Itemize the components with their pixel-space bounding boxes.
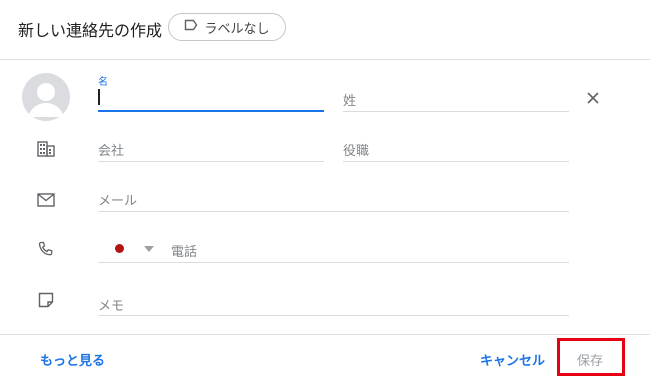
email-field[interactable]: メール	[98, 186, 569, 212]
phone-field[interactable]: 電話	[171, 237, 569, 263]
header-divider	[0, 59, 650, 60]
notes-underline	[98, 315, 569, 316]
phone-country-underline	[98, 262, 171, 263]
email-underline	[98, 211, 569, 212]
show-more-link[interactable]: もっと見る	[40, 350, 105, 369]
person-icon	[28, 83, 64, 117]
close-icon[interactable]	[585, 90, 601, 106]
country-flag-icon	[115, 244, 124, 253]
notes-placeholder: メモ	[98, 299, 125, 314]
notes-field[interactable]: メモ	[98, 290, 569, 316]
phone-underline	[171, 262, 569, 263]
company-underline	[98, 161, 324, 162]
first-name-underline	[98, 110, 324, 112]
phone-icon	[38, 241, 54, 261]
phone-placeholder: 電話	[171, 245, 198, 260]
company-placeholder: 会社	[98, 144, 125, 159]
company-field[interactable]: 会社	[98, 136, 324, 162]
dialog-title: 新しい連絡先の作成	[18, 21, 163, 40]
business-icon	[37, 141, 55, 161]
label-chip-text: ラベルなし	[204, 21, 270, 37]
job-title-placeholder: 役職	[343, 144, 370, 159]
email-placeholder: メール	[98, 194, 138, 209]
dropdown-arrow-icon	[144, 246, 154, 252]
cancel-button[interactable]: キャンセル	[480, 350, 545, 369]
label-chip-button[interactable]: ラベルなし	[168, 13, 286, 41]
highlight-box	[557, 338, 625, 376]
country-code-selector[interactable]	[112, 240, 160, 258]
last-name-placeholder: 姓	[343, 94, 357, 109]
notes-icon	[38, 292, 54, 312]
label-icon	[184, 19, 198, 35]
last-name-field[interactable]: 姓	[343, 86, 569, 112]
job-title-field[interactable]: 役職	[343, 136, 569, 162]
footer-divider	[0, 334, 650, 335]
job-title-underline	[343, 161, 569, 162]
avatar[interactable]	[22, 73, 70, 121]
email-icon	[37, 192, 55, 211]
first-name-field[interactable]	[98, 86, 324, 112]
last-name-underline	[343, 111, 569, 112]
